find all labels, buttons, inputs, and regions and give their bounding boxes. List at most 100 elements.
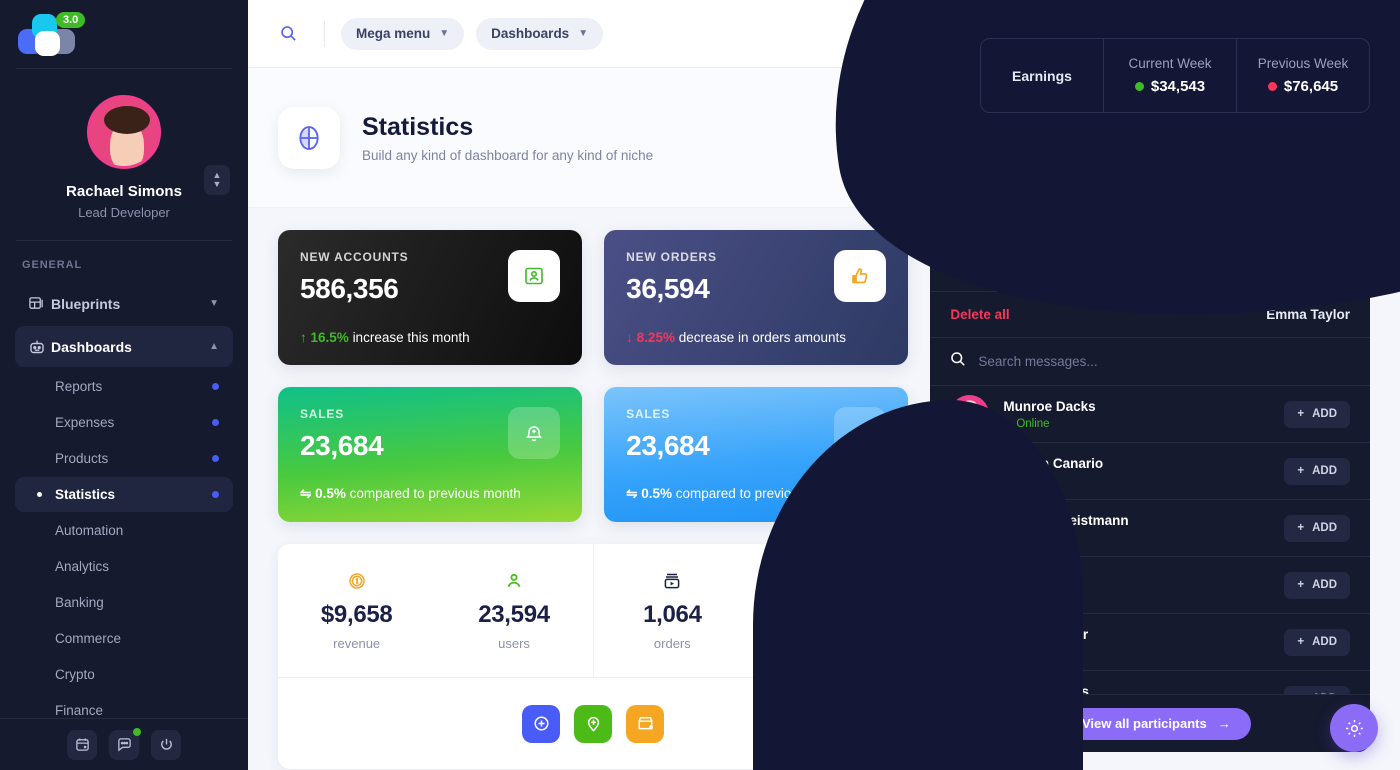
sidebar-item-label: Blueprints	[51, 295, 121, 312]
sidebar-item-reports[interactable]: Reports	[15, 369, 233, 404]
chevron-down-icon: ▼	[439, 28, 450, 39]
chevron-down-icon: ▼	[212, 179, 222, 189]
plus-icon: +	[1297, 522, 1305, 534]
contact-card-icon	[508, 250, 561, 302]
add-contact-button[interactable]: + ADD	[1284, 628, 1350, 656]
metric-users: 23,594 users	[435, 572, 592, 651]
logo[interactable]: 3.0	[0, 0, 248, 68]
messenger-header: MESSAGES Messenger Window ET	[930, 230, 1370, 292]
contact-status: Online	[1003, 589, 1081, 601]
store-button[interactable]	[626, 704, 665, 743]
search-icon[interactable]	[268, 25, 308, 42]
earnings-card: Earnings Current Week $34,543 Previous W…	[980, 38, 1370, 113]
stat-card-footer: ↓ 8.25% decrease in orders amounts	[626, 330, 846, 345]
stat-card-new-orders[interactable]: NEW ORDERS 36,594 ↓ 8.25% decrease in or…	[604, 230, 909, 365]
stat-card-footer: ⇋ 0.5% compared to previous month	[300, 486, 521, 502]
calendar-icon[interactable]	[67, 729, 97, 760]
power-icon[interactable]	[151, 729, 181, 760]
search-input[interactable]	[978, 354, 1350, 369]
messenger-search[interactable]	[930, 338, 1370, 386]
stat-card-sales-blue[interactable]: SALES 23,684 ⇋ 0.5% compared to previous…	[604, 387, 909, 522]
contact-status: Online	[1003, 646, 1088, 658]
main-area: Mega menu ▼ Dashboards ▼ Statistics Buil…	[248, 0, 1400, 770]
calculator-icon	[751, 572, 908, 592]
search-icon	[950, 351, 966, 372]
view-all-participants-button[interactable]: View all participants →	[1061, 707, 1251, 740]
version-badge: 3.0	[56, 12, 86, 28]
messenger-title-block: MESSAGES Messenger Window	[950, 245, 1090, 277]
sidebar-item-analytics[interactable]: Analytics	[15, 549, 233, 584]
contact-info: Munroe Dacks Online	[1003, 399, 1096, 430]
sidebar-section-label: GENERAL	[22, 259, 83, 271]
dashboards-menu-button[interactable]: Dashboards ▼	[476, 17, 604, 50]
sidebar-item-statistics[interactable]: Statistics	[15, 477, 233, 512]
sidebar-item-expenses[interactable]: Expenses	[15, 405, 233, 440]
page-title-block: Statistics Build any kind of dashboard f…	[362, 113, 653, 163]
badge-initials: ET	[1323, 253, 1340, 268]
stat-card-note: compared to previous month	[675, 486, 847, 501]
add-contact-button[interactable]: + ADD	[1284, 400, 1350, 428]
metric-value: 1,064	[643, 601, 702, 628]
add-contact-button[interactable]: + ADD	[1284, 514, 1350, 542]
status-dot	[212, 455, 219, 462]
sidebar-item-banking[interactable]: Banking	[15, 585, 233, 620]
messenger-kicker: MESSAGES	[950, 244, 1018, 257]
messenger-title: Messenger Window	[950, 259, 1091, 277]
messenger-panel: MESSAGES Messenger Window ET Delete all …	[930, 230, 1370, 752]
stat-card-delta: ↓ 8.25%	[626, 330, 679, 345]
earnings-cell-value-wrap: $34,543	[1134, 78, 1205, 95]
stat-card-delta: ↑ 16.5%	[300, 330, 353, 345]
arrows-exchange-icon: ⇋	[626, 486, 638, 501]
sidebar-item-label: Expenses	[55, 415, 115, 430]
sidebar-item-label: Commerce	[55, 631, 122, 646]
metrics-actions	[278, 677, 909, 769]
delete-all-button[interactable]: Delete all	[950, 307, 1009, 322]
list-item[interactable]: Rowena Geistmann Online + ADD	[930, 500, 1370, 557]
contact-info: Haydn Porter Online	[1003, 627, 1088, 658]
stat-card-delta-value: 8.25%	[636, 330, 675, 345]
avatar	[87, 95, 161, 169]
contact-status: Online	[1003, 418, 1095, 430]
add-contact-button[interactable]: + ADD	[1284, 571, 1350, 599]
avatar	[950, 622, 990, 662]
status-dot-red	[1267, 82, 1277, 91]
arrow-down-icon: ↓	[626, 330, 633, 345]
messenger-user-badge[interactable]: ET	[1312, 242, 1350, 279]
add-contact-button[interactable]: + ADD	[1284, 457, 1350, 485]
stat-cards-grid: NEW ACCOUNTS 586,356 ↑ 16.5% increase th…	[278, 230, 909, 522]
view-all-label: View all participants	[1081, 716, 1207, 731]
list-item[interactable]: Gunilla Canario Online + ADD	[930, 443, 1370, 500]
sidebar-item-label: Products	[55, 451, 109, 466]
sidebar-item-crypto[interactable]: Crypto	[15, 657, 233, 692]
profile-switch-button[interactable]: ▲ ▼	[204, 165, 230, 195]
stat-card-delta-value: 16.5%	[310, 330, 349, 345]
pie-chart-icon	[278, 106, 340, 169]
dashboards-menu-label: Dashboards	[491, 26, 570, 41]
sidebar-item-dashboards[interactable]: Dashboards ▲	[15, 326, 233, 367]
sidebar-item-blueprints[interactable]: Blueprints ▼	[15, 283, 233, 324]
settings-fab[interactable]	[1330, 704, 1378, 752]
list-item[interactable]: Ede Stoving Online + ADD	[930, 557, 1370, 614]
sidebar-item-products[interactable]: Products	[15, 441, 233, 476]
sidebar-item-label: Dashboards	[51, 338, 132, 355]
contact-name: Gunilla Canario	[1003, 455, 1104, 471]
sidebar-item-automation[interactable]: Automation	[15, 513, 233, 548]
location-button[interactable]	[574, 704, 613, 743]
list-item[interactable]: Munroe Dacks Online + ADD	[930, 386, 1370, 443]
metric-caption: users	[498, 636, 530, 651]
metric-caption: orders	[811, 636, 849, 651]
list-item[interactable]: Haydn Porter Online + ADD	[930, 614, 1370, 671]
arrow-up-icon: ↑	[300, 330, 307, 345]
chat-icon[interactable]	[109, 727, 141, 760]
sidebar-item-commerce[interactable]: Commerce	[15, 621, 233, 656]
contact-status: Online	[1003, 532, 1128, 544]
mega-menu-button[interactable]: Mega menu ▼	[341, 17, 465, 50]
stat-card-new-accounts[interactable]: NEW ACCOUNTS 586,356 ↑ 16.5% increase th…	[278, 230, 583, 365]
contact-name: Haydn Porter	[1003, 626, 1089, 642]
user-icon	[435, 572, 592, 592]
contact-status-label: Online	[1016, 588, 1050, 601]
app-root: 3.0 Rachael Simons Lead Developer ▲ ▼ GE…	[0, 0, 1400, 770]
add-button[interactable]	[522, 704, 561, 743]
stat-card-sales-green[interactable]: SALES 23,684 ⇋ 0.5% compared to previous…	[278, 387, 583, 522]
sidebar-item-label: Crypto	[55, 667, 95, 682]
